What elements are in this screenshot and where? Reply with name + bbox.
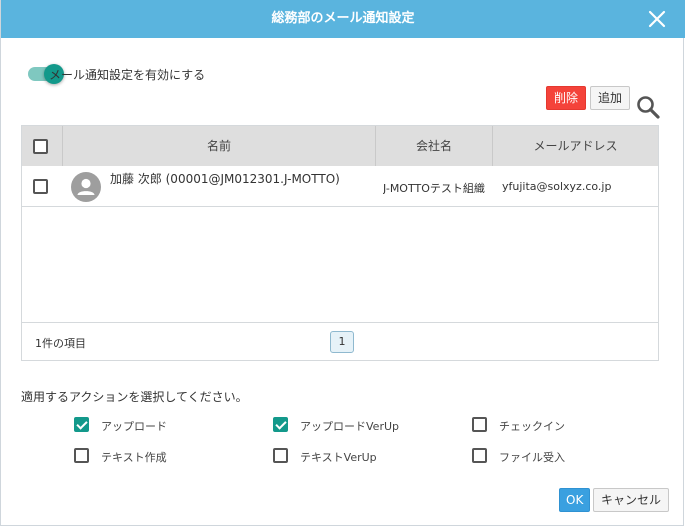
table-header: 名前 会社名 メールアドレス xyxy=(22,126,658,166)
action-prompt: 適用するアクションを選択してください。 xyxy=(21,390,248,404)
ok-button[interactable]: OK xyxy=(559,488,591,512)
action-label: テキストVerUp xyxy=(300,451,377,464)
column-header-company[interactable]: 会社名 xyxy=(376,126,493,166)
cell-email: yfujita@solxyz.co.jp xyxy=(502,180,612,193)
action-label: チェックイン xyxy=(499,420,565,433)
dialog-title: 総務部のメール通知設定 xyxy=(271,11,415,26)
search-icon[interactable] xyxy=(635,94,661,120)
action-label: アップロード xyxy=(101,420,167,433)
action-label: アップロードVerUp xyxy=(300,420,399,433)
page-button-1[interactable]: 1 xyxy=(330,331,354,353)
table-row[interactable]: 加藤 次郎 (00001@JM012301.J-MOTTO) J-MOTTOテス… xyxy=(22,166,658,207)
action-file-accept-checkbox[interactable] xyxy=(472,448,487,463)
action-label: ファイル受入 xyxy=(499,451,565,464)
header-check-cell xyxy=(22,126,63,166)
avatar xyxy=(71,172,101,202)
column-header-email[interactable]: メールアドレス xyxy=(493,126,658,166)
row-checkbox[interactable] xyxy=(33,179,48,194)
action-label: テキスト作成 xyxy=(101,451,167,464)
cell-name: 加藤 次郎 (00001@JM012301.J-MOTTO) xyxy=(110,172,340,186)
cell-company: J-MOTTOテスト組織 xyxy=(383,182,485,195)
delete-button[interactable]: 削除 xyxy=(546,86,587,110)
action-upload-verup-checkbox[interactable] xyxy=(273,417,288,432)
action-text-verup-checkbox[interactable] xyxy=(273,448,288,463)
action-upload-checkbox[interactable] xyxy=(74,417,89,432)
action-text-create-checkbox[interactable] xyxy=(74,448,89,463)
item-count: 1件の項目 xyxy=(35,337,86,350)
notification-settings-dialog: 総務部のメール通知設定 メール通知設定を有効にする 削除 追加 名前 会社名 メ… xyxy=(0,0,685,526)
cancel-button[interactable]: キャンセル xyxy=(593,488,670,512)
person-icon xyxy=(77,178,95,195)
close-button[interactable] xyxy=(645,7,669,31)
dialog-titlebar: 総務部のメール通知設定 xyxy=(1,0,685,38)
table-footer: 1件の項目 1 xyxy=(22,322,658,360)
column-header-name[interactable]: 名前 xyxy=(63,126,376,166)
recipients-table: 名前 会社名 メールアドレス 加藤 次郎 (00001@JM012301.J-M… xyxy=(21,125,659,361)
select-all-checkbox[interactable] xyxy=(33,139,48,154)
add-button[interactable]: 追加 xyxy=(590,86,631,110)
action-checkin-checkbox[interactable] xyxy=(472,417,487,432)
close-icon xyxy=(648,10,666,28)
notify-toggle-label: メール通知設定を有効にする xyxy=(49,68,206,82)
